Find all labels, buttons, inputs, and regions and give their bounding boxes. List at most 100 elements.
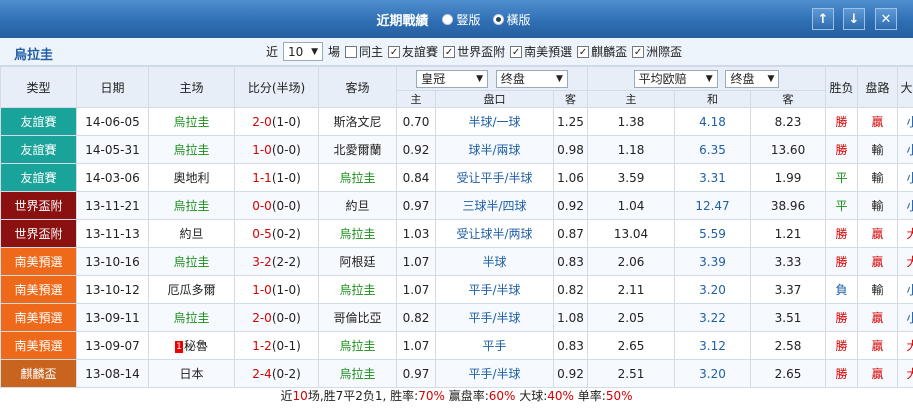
checkbox-checked-icon[interactable]: ✓	[443, 45, 456, 58]
radio-horizontal-dot[interactable]	[492, 13, 504, 25]
match-score[interactable]: 3-2(2-2)	[234, 247, 319, 276]
match-type[interactable]: 南美預選	[0, 275, 77, 304]
home-team[interactable]: 奧地利	[148, 163, 235, 192]
radio-vertical-dot[interactable]	[442, 13, 454, 25]
match-result: 平	[825, 191, 859, 220]
filter-bar: 烏拉圭 近 10 ▼ 場 同主 ✓ 友誼賽 ✓ 世界盃附 ✓ 南美預選 ✓ 麒麟盃 ✓ 洲…	[0, 38, 913, 66]
match-type[interactable]: 南美預選	[0, 303, 77, 332]
checkbox-checked-icon[interactable]: ✓	[388, 45, 401, 58]
match-score[interactable]: 2-0(0-0)	[234, 303, 319, 332]
asian-line: 平手	[435, 331, 554, 360]
over-under: 大	[897, 247, 913, 276]
asian-stage-select[interactable]: 终盘 ▼	[495, 69, 568, 88]
company-select[interactable]: 皇冠 ▼	[416, 69, 489, 88]
match-type[interactable]: 友誼賽	[0, 163, 77, 192]
match-type[interactable]: 世界盃附	[0, 191, 77, 220]
table-row: 南美預選 13-09-11 烏拉圭 2-0(0-0) 哥倫比亞 0.82 平手/半球 1.08…	[0, 303, 913, 332]
euro-draw-odds: 12.47	[674, 191, 752, 220]
home-team[interactable]: 約旦	[148, 219, 235, 248]
match-type[interactable]: 友誼賽	[0, 107, 77, 136]
table-row: 世界盃附 13-11-13 約旦 0-5(0-2) 烏拉圭 1.03 受让球半/两球 0.87…	[0, 219, 913, 248]
check-friendly[interactable]: ✓ 友誼賽	[388, 43, 438, 60]
home-team[interactable]: 烏拉圭	[148, 107, 235, 136]
match-score[interactable]: 1-1(1-0)	[234, 163, 319, 192]
col-ou: 大小	[897, 66, 913, 108]
recent-results-panel: 近期戰績 豎版 橫版 ↑ ↓ ✕ 烏拉圭 近 10 ▼ 場 同主 ✓ 友誼賽 ✓ 世…	[0, 0, 913, 409]
checkbox-checked-icon[interactable]: ✓	[632, 45, 645, 58]
away-team[interactable]: 約旦	[318, 191, 397, 220]
match-type[interactable]: 世界盃附	[0, 219, 77, 248]
away-team[interactable]: 烏拉圭	[318, 219, 397, 248]
asian-home-odds: 0.84	[396, 163, 436, 192]
away-team[interactable]: 哥倫比亞	[318, 303, 397, 332]
home-team[interactable]: 1 秘魯	[148, 331, 235, 360]
home-team[interactable]: 烏拉圭	[148, 303, 235, 332]
check-label: 南美預選	[524, 45, 573, 59]
away-team[interactable]: 阿根廷	[318, 247, 397, 276]
home-team-name: 烏拉圭	[173, 311, 210, 325]
full-time-score: 1-1	[252, 170, 272, 185]
match-score[interactable]: 1-0(1-0)	[234, 275, 319, 304]
match-result: 勝	[825, 303, 859, 332]
asian-away-odds: 0.83	[552, 331, 589, 360]
euro-source-select[interactable]: 平均欧赔 ▼	[633, 69, 718, 88]
summary-text: 大球:	[515, 389, 548, 403]
euro-home-odds: 13.04	[587, 219, 676, 248]
away-team[interactable]: 北愛爾蘭	[318, 135, 397, 164]
results-table: 类型 日期 主场 比分(半场) 客场 皇冠 ▼ 终盘 ▼ 平均欧赔 ▼ 终盘 ▼ 胜负 …	[0, 66, 913, 388]
half-time-score: (1-0)	[271, 170, 301, 185]
handicap-result: 贏	[857, 331, 899, 360]
checkbox-checked-icon[interactable]: ✓	[577, 45, 590, 58]
checkbox-icon[interactable]	[345, 45, 358, 58]
match-score[interactable]: 2-0(1-0)	[234, 107, 319, 136]
match-type[interactable]: 南美預選	[0, 247, 77, 276]
match-score[interactable]: 0-5(0-2)	[234, 219, 319, 248]
check-samq[interactable]: ✓ 南美預選	[510, 43, 572, 60]
home-team[interactable]: 烏拉圭	[148, 247, 235, 276]
home-team[interactable]: 烏拉圭	[148, 191, 235, 220]
move-up-button[interactable]: ↑	[812, 8, 834, 30]
match-score[interactable]: 0-0(0-0)	[234, 191, 319, 220]
euro-home-odds: 2.65	[587, 331, 676, 360]
check-kirin[interactable]: ✓ 麒麟盃	[577, 43, 627, 60]
away-team[interactable]: 烏拉圭	[318, 163, 397, 192]
home-team-name: 烏拉圭	[173, 143, 210, 157]
home-team-name: 秘魯	[183, 339, 208, 353]
match-type[interactable]: 南美預選	[0, 331, 77, 360]
euro-home-odds: 1.38	[587, 107, 676, 136]
match-score[interactable]: 1-0(0-0)	[234, 135, 319, 164]
away-team[interactable]: 烏拉圭	[318, 275, 397, 304]
handicap-result: 輸	[857, 191, 899, 220]
euro-stage-value: 终盘	[730, 72, 755, 86]
col-euro-away: 客	[750, 90, 827, 108]
check-label: 麒麟盃	[591, 45, 628, 59]
check-wcq[interactable]: ✓ 世界盃附	[443, 43, 505, 60]
handicap-result: 贏	[857, 219, 899, 248]
chevron-down-icon: ▼	[767, 73, 775, 84]
euro-home-odds: 1.18	[587, 135, 676, 164]
close-button[interactable]: ✕	[875, 8, 897, 30]
euro-home-odds: 2.06	[587, 247, 676, 276]
check-intercontinental[interactable]: ✓ 洲際盃	[632, 43, 682, 60]
match-result: 負	[825, 275, 859, 304]
asian-line: 受让球半/两球	[435, 219, 554, 248]
move-down-button[interactable]: ↓	[843, 8, 865, 30]
over-under: 小	[897, 303, 913, 332]
euro-stage-select[interactable]: 终盘 ▼	[725, 69, 780, 88]
check-same-home[interactable]: 同主	[345, 43, 383, 60]
match-date: 14-06-05	[76, 107, 149, 136]
match-result: 勝	[825, 107, 859, 136]
home-team[interactable]: 烏拉圭	[148, 135, 235, 164]
away-team[interactable]: 烏拉圭	[318, 331, 397, 360]
radio-vertical[interactable]: 豎版	[442, 11, 481, 28]
away-team[interactable]: 斯洛文尼	[318, 107, 397, 136]
recent-count-select[interactable]: 10 ▼	[283, 42, 324, 61]
checkbox-checked-icon[interactable]: ✓	[510, 45, 523, 58]
euro-home-odds: 2.11	[587, 275, 676, 304]
radio-horizontal[interactable]: 橫版	[492, 11, 531, 28]
full-time-score: 0-0	[252, 198, 272, 213]
match-type[interactable]: 友誼賽	[0, 135, 77, 164]
match-score[interactable]: 1-2(0-1)	[234, 331, 319, 360]
home-team[interactable]: 厄瓜多爾	[148, 275, 235, 304]
handicap-result: 輸	[857, 163, 899, 192]
